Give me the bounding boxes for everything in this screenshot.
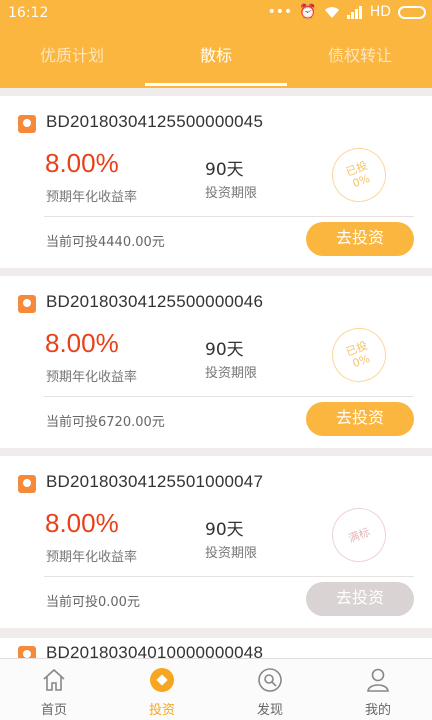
loan-term: 90天 bbox=[205, 520, 244, 540]
card-divider bbox=[44, 216, 414, 217]
tab-individual-loans[interactable]: 散标 bbox=[144, 28, 288, 88]
available-amount: 当前可投4440.00元 bbox=[46, 235, 165, 250]
loan-icon bbox=[18, 115, 36, 133]
home-icon bbox=[43, 668, 65, 691]
discover-icon bbox=[258, 668, 282, 692]
nav-home[interactable]: 首页 bbox=[0, 659, 108, 720]
term-label: 投资期限 bbox=[205, 366, 258, 381]
loan-rate: 8.00% bbox=[45, 328, 119, 358]
loan-icon bbox=[18, 295, 36, 313]
loan-icon bbox=[18, 646, 36, 658]
card-divider bbox=[44, 576, 414, 577]
profile-icon bbox=[367, 668, 389, 692]
divider-gap bbox=[0, 268, 432, 276]
available-amount: 当前可投0.00元 bbox=[46, 595, 140, 610]
nav-discover[interactable]: 发现 bbox=[216, 659, 324, 720]
nav-profile[interactable]: 我的 bbox=[324, 659, 432, 720]
rate-label: 预期年化收益率 bbox=[46, 550, 138, 565]
alarm-icon: ⏰ bbox=[299, 4, 317, 20]
status-icons: ••• ⏰ HD bbox=[267, 4, 426, 20]
loan-term: 90天 bbox=[205, 160, 244, 180]
tab-debt-transfer[interactable]: 债权转让 bbox=[288, 28, 432, 88]
nav-label: 我的 bbox=[364, 703, 391, 718]
loan-card[interactable]: BD20180304125500000045 8.00% 预期年化收益率 90天… bbox=[0, 96, 432, 268]
loan-card[interactable]: BD20180304125500000046 8.00% 预期年化收益率 90天… bbox=[0, 276, 432, 448]
loan-card[interactable]: BD20180304125501000047 8.00% 预期年化收益率 90天… bbox=[0, 456, 432, 628]
invest-icon bbox=[150, 668, 174, 692]
nav-label: 发现 bbox=[256, 703, 283, 718]
nav-invest[interactable]: 投资 bbox=[108, 659, 216, 720]
loan-icon bbox=[18, 475, 36, 493]
more-icon: ••• bbox=[267, 4, 293, 20]
nav-label: 首页 bbox=[40, 703, 67, 718]
bottom-nav: 首页 投资 发现 我的 bbox=[0, 658, 432, 720]
loan-card-partial[interactable]: BD20180304010000000048 bbox=[0, 638, 432, 658]
invest-button[interactable]: 去投资 bbox=[306, 222, 414, 256]
network-type: HD bbox=[369, 4, 391, 20]
loan-id: BD20180304125501000047 bbox=[46, 472, 264, 491]
loan-id: BD20180304125500000045 bbox=[46, 112, 264, 131]
divider-gap bbox=[0, 88, 432, 96]
loan-rate: 8.00% bbox=[45, 508, 119, 538]
active-tab-indicator bbox=[145, 83, 287, 86]
term-label: 投资期限 bbox=[205, 546, 258, 561]
stamp-line1: 满标 bbox=[346, 525, 372, 545]
status-bar: 16:12 ••• ⏰ HD bbox=[0, 0, 432, 28]
rate-label: 预期年化收益率 bbox=[46, 190, 138, 205]
loan-term: 90天 bbox=[205, 340, 244, 360]
invest-button-disabled[interactable]: 去投资 bbox=[306, 582, 414, 616]
battery-icon bbox=[398, 5, 426, 19]
loan-id: BD20180304125500000046 bbox=[46, 292, 264, 311]
nav-label: 投资 bbox=[148, 703, 175, 718]
card-divider bbox=[44, 396, 414, 397]
available-amount: 当前可投6720.00元 bbox=[46, 415, 165, 430]
divider-gap bbox=[0, 448, 432, 456]
progress-stamp: 已投 0% bbox=[324, 140, 394, 210]
tab-premium-plan[interactable]: 优质计划 bbox=[0, 28, 144, 88]
rate-label: 预期年化收益率 bbox=[46, 370, 138, 385]
term-label: 投资期限 bbox=[205, 186, 258, 201]
loan-id: BD20180304010000000048 bbox=[46, 643, 264, 658]
signal-icon bbox=[346, 5, 362, 19]
wifi-icon bbox=[324, 6, 339, 18]
full-stamp: 满标 bbox=[324, 500, 394, 570]
progress-stamp: 已投 0% bbox=[324, 320, 394, 390]
loan-rate: 8.00% bbox=[45, 148, 119, 178]
status-time: 16:12 bbox=[8, 5, 49, 21]
divider-gap bbox=[0, 628, 432, 638]
invest-button[interactable]: 去投资 bbox=[306, 402, 414, 436]
top-tab-bar: 优质计划 散标 债权转让 bbox=[0, 28, 432, 88]
